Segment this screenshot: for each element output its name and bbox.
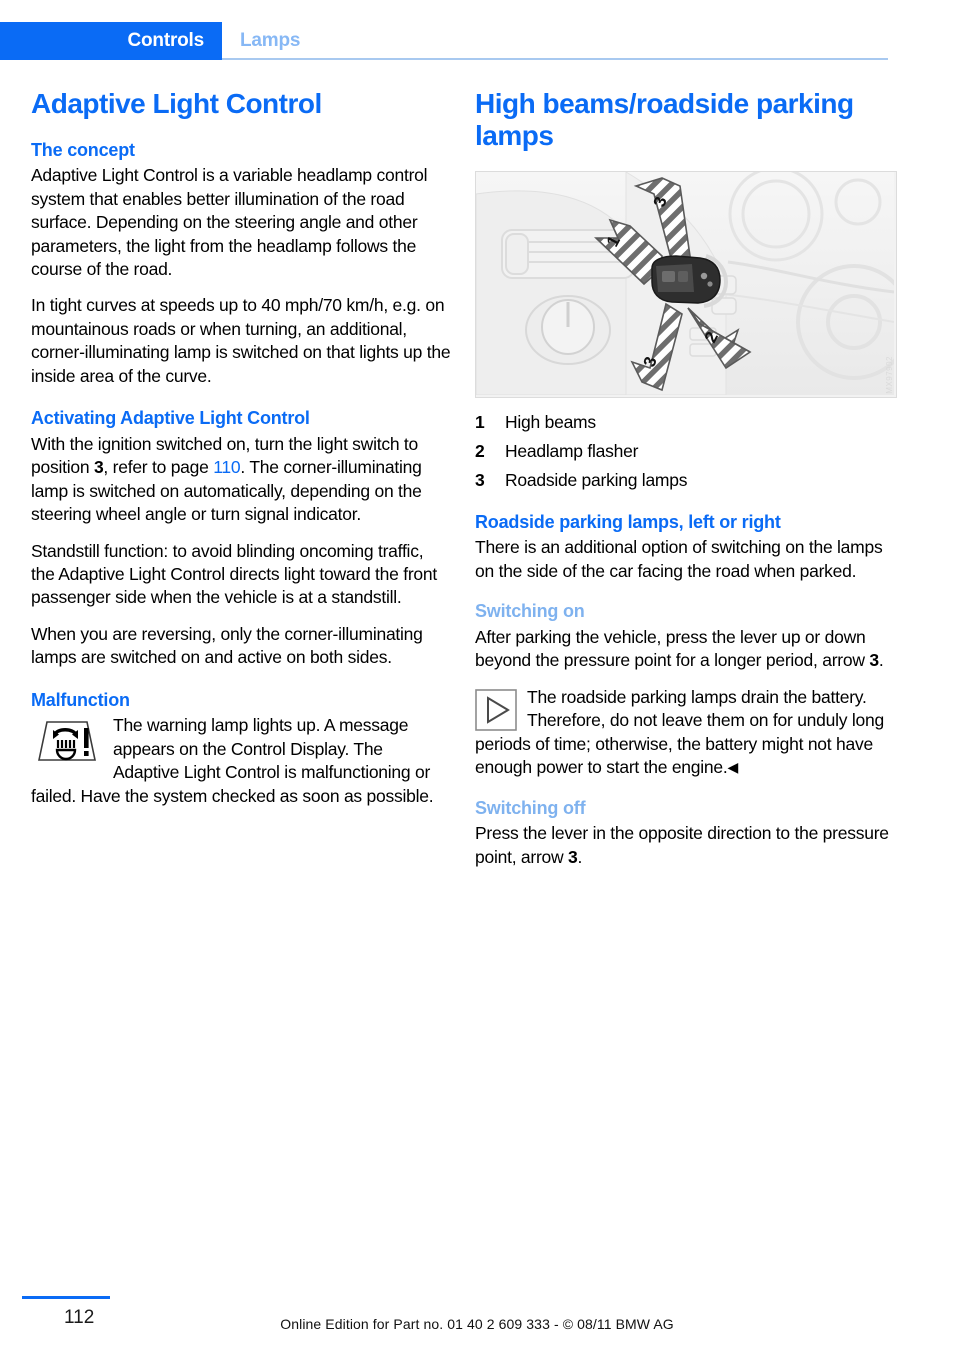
note-end-marker: ◀ bbox=[727, 759, 739, 776]
heading-malfunction: Malfunction bbox=[31, 689, 130, 710]
page-title: Adaptive Light Control bbox=[31, 88, 322, 119]
heading-switching-on: Switching on bbox=[475, 601, 585, 622]
switching-off-text-a: Press the lever in the opposite directio… bbox=[475, 823, 889, 867]
concept-paragraph-1: Adaptive Light Control is a variable hea… bbox=[31, 165, 428, 279]
switching-off-arrow-number: 3 bbox=[568, 846, 578, 867]
left-column: Adaptive Light Control The concept Adapt… bbox=[31, 88, 451, 821]
activating-paragraph-1: With the ignition switched on, turn the … bbox=[31, 433, 451, 527]
heading-activating-adaptive-light-control: Activating Adaptive Light Control bbox=[31, 408, 310, 429]
activating-paragraph-3: When you are reversing, only the corner-… bbox=[31, 623, 423, 668]
legend-number: 1 bbox=[475, 412, 485, 433]
steering-column-stalk-illustration: 1 3 3 2 MX97902 bbox=[475, 171, 897, 399]
legend-label: Roadside parking lamps bbox=[505, 470, 688, 490]
header-chapter-tab: Controls bbox=[0, 22, 222, 60]
switching-on-text-a: After parking the vehicle, press the lev… bbox=[475, 626, 870, 671]
legend-number: 2 bbox=[475, 441, 485, 462]
page-reference-link[interactable]: 110 bbox=[213, 457, 240, 477]
switching-on-text-b: . bbox=[878, 650, 884, 671]
header-divider bbox=[222, 58, 888, 60]
headlamp-malfunction-warning-icon bbox=[31, 716, 103, 764]
legend-number: 3 bbox=[475, 470, 485, 490]
footer-divider bbox=[22, 1296, 110, 1299]
activating-paragraph-2: Standstill function: to avoid blinding o… bbox=[31, 540, 437, 608]
switching-off-text-b: . bbox=[577, 846, 583, 867]
triangle-note-icon bbox=[475, 689, 517, 731]
roadside-parking-paragraph: There is an additional option of switchi… bbox=[475, 537, 883, 581]
section-title-high-beams: High beams/roadside parking lamps bbox=[475, 88, 854, 151]
malfunction-note-block: The warning lamp lights up. A message ap… bbox=[31, 714, 451, 808]
header-section-label: Lamps bbox=[240, 30, 301, 51]
heading-the-concept: The concept bbox=[31, 139, 135, 160]
right-column: High beams/roadside parking lamps 1 3 3 … bbox=[475, 88, 897, 882]
heading-roadside-parking-lamps: Roadside parking lamps, left or right bbox=[475, 511, 781, 532]
legend-item: 2 Headlamp flasher bbox=[475, 441, 895, 463]
light-switch-position: 3 bbox=[93, 457, 104, 478]
figure-legend: 1 High beams 2 Headlamp flasher 3 Roadsi… bbox=[475, 412, 895, 492]
legend-item: 1 High beams bbox=[475, 412, 895, 434]
battery-note-text: The roadside parking lamps drain the bat… bbox=[475, 686, 884, 778]
concept-paragraph-2: In tight curves at speeds up to 40 mph/7… bbox=[31, 295, 451, 386]
header-chapter-label: Controls bbox=[127, 30, 204, 51]
heading-switching-off: Switching off bbox=[475, 797, 586, 818]
switching-on-arrow-number: 3 bbox=[869, 650, 879, 671]
activating-text-b: , refer to page bbox=[103, 457, 214, 478]
edition-note: Online Edition for Part no. 01 40 2 609 … bbox=[280, 1316, 674, 1332]
switching-on-paragraph: After parking the vehicle, press the lev… bbox=[475, 626, 895, 673]
switching-off-paragraph: Press the lever in the opposite directio… bbox=[475, 822, 895, 869]
legend-label: Headlamp flasher bbox=[505, 441, 639, 462]
figure-watermark: MX97902 bbox=[885, 355, 894, 394]
battery-note-block: The roadside parking lamps drain the bat… bbox=[475, 686, 895, 780]
legend-item: 3 Roadside parking lamps bbox=[475, 470, 895, 492]
legend-label: High beams bbox=[505, 412, 596, 433]
page-header: Controls Lamps bbox=[0, 22, 954, 60]
